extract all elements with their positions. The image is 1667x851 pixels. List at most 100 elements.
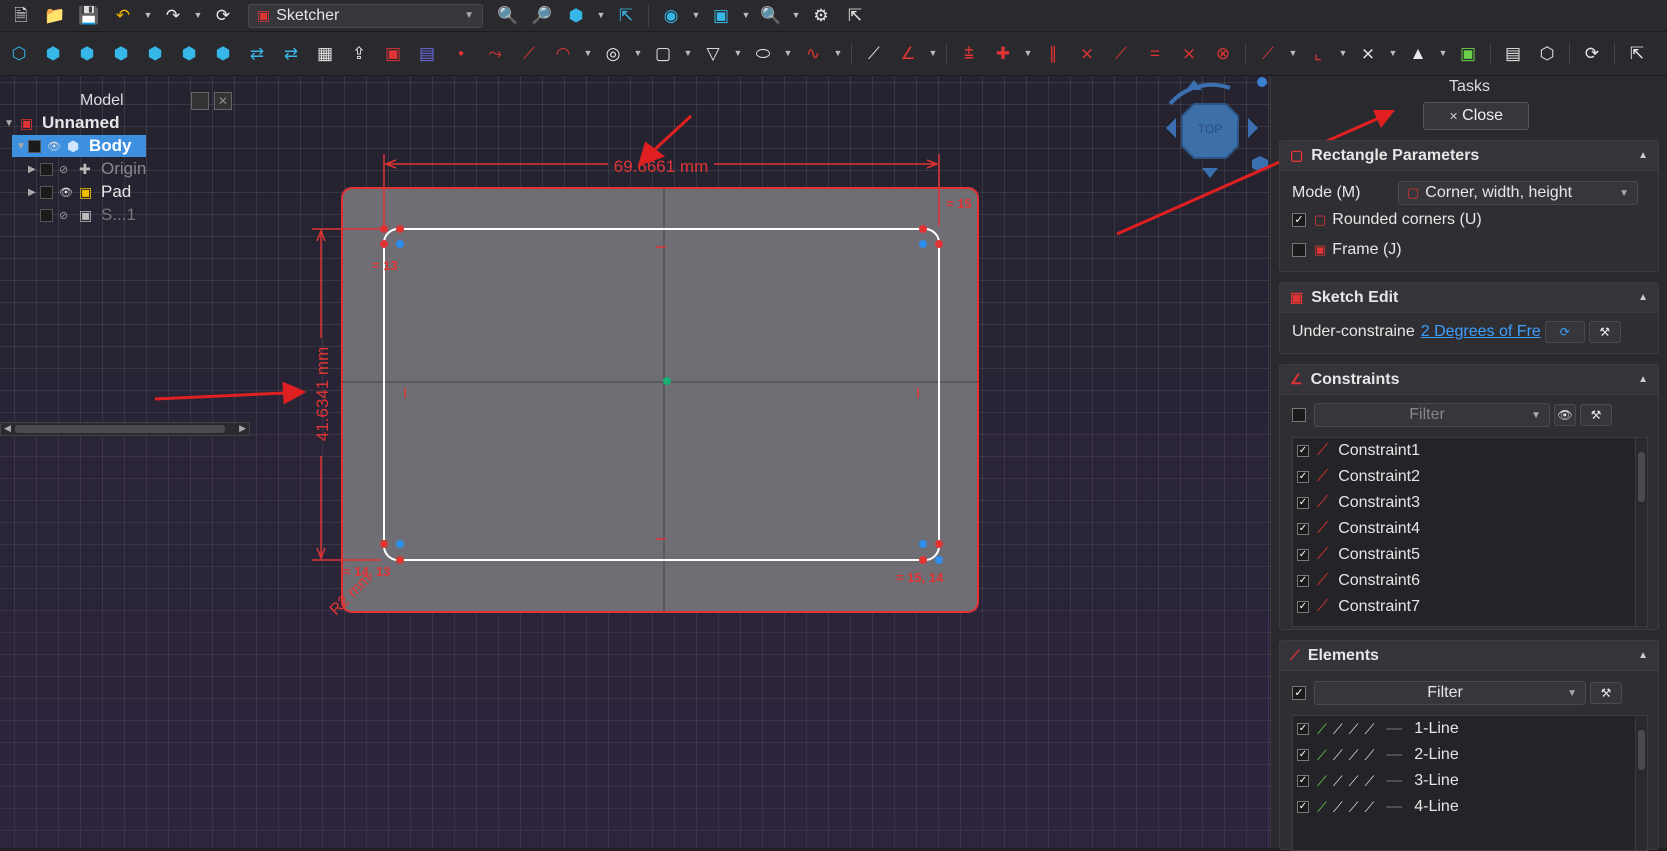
- line-icon[interactable]: ⟋: [1317, 773, 1327, 790]
- constraint-checkbox[interactable]: ✓: [1297, 497, 1309, 509]
- settings-icon[interactable]: ⚒: [1588, 321, 1621, 343]
- rectangle-dropdown-icon[interactable]: ▼: [682, 41, 694, 67]
- redo-icon[interactable]: ↷: [160, 3, 186, 29]
- bspline-icon[interactable]: ∿: [800, 41, 826, 67]
- fit-selection-icon[interactable]: 🔎: [529, 3, 555, 29]
- tangent-icon[interactable]: ⟋: [1108, 41, 1134, 67]
- settings-icon[interactable]: ⚒: [1580, 404, 1612, 426]
- model-tree-scrollbar[interactable]: ◀ ▶: [0, 422, 250, 436]
- constraints-filter-select[interactable]: Filter ▼: [1314, 403, 1550, 427]
- constraints-header[interactable]: ∠ Constraints ▲: [1280, 365, 1658, 395]
- construction-geometry-icon[interactable]: ⟋: [861, 41, 887, 67]
- scrollbar-thumb[interactable]: [1638, 730, 1645, 770]
- float-panel-button[interactable]: [191, 92, 209, 110]
- snell-icon[interactable]: ⬡: [1534, 41, 1560, 67]
- width-dimension-label[interactable]: 69.6661 mm: [614, 157, 709, 176]
- front-view-icon[interactable]: ⬢: [40, 41, 66, 67]
- line-icon[interactable]: ⟋: [1364, 747, 1374, 764]
- part-icon[interactable]: ⇄: [278, 41, 304, 67]
- constraints-scrollbar[interactable]: [1635, 438, 1647, 626]
- constraint-checkbox[interactable]: ✓: [1297, 523, 1309, 535]
- scrollbar-thumb[interactable]: [15, 425, 225, 433]
- bottom-view-icon[interactable]: ⬢: [176, 41, 202, 67]
- symmetric-icon[interactable]: ⨯: [1176, 41, 1202, 67]
- scroll-right-icon[interactable]: ▶: [239, 423, 246, 434]
- constraint-row[interactable]: ✓ ⟋ Constraint6: [1293, 568, 1647, 594]
- eye-icon[interactable]: 👁: [47, 140, 63, 153]
- point-icon[interactable]: ●: [448, 41, 474, 67]
- element-checkbox[interactable]: ✓: [1297, 775, 1309, 787]
- tree-item-sketch[interactable]: ⊘ ▣ S...1: [24, 204, 136, 226]
- element-checkbox[interactable]: ✓: [1297, 801, 1309, 813]
- point-on-object-icon[interactable]: ✚: [990, 41, 1016, 67]
- undo-dropdown-icon[interactable]: ▼: [142, 3, 154, 29]
- elements-filter-select[interactable]: Filter ▼: [1314, 681, 1586, 705]
- slot-dropdown-icon[interactable]: ▼: [782, 41, 794, 67]
- constraint-row[interactable]: ✓ ⟋ Constraint1: [1293, 438, 1647, 464]
- whats-this-icon[interactable]: ⇱: [842, 3, 868, 29]
- pad-face[interactable]: [341, 187, 979, 613]
- tree-item-origin[interactable]: ▶ ⊘ ✚ Origin: [24, 158, 146, 180]
- distance-icon[interactable]: ▲: [1405, 41, 1431, 67]
- fillet-icon[interactable]: ∠: [895, 41, 921, 67]
- view-section-icon[interactable]: ▤: [414, 41, 440, 67]
- polygon-dropdown-icon[interactable]: ▼: [732, 41, 744, 67]
- rectangle-parameters-header[interactable]: ▢ Rectangle Parameters ▲: [1280, 141, 1658, 171]
- elements-header[interactable]: ⟋ Elements ▲: [1280, 641, 1658, 671]
- link-icon[interactable]: ⇄: [244, 41, 270, 67]
- radius-icon[interactable]: ▣: [1455, 41, 1481, 67]
- constraint-checkbox[interactable]: ✓: [1297, 471, 1309, 483]
- line-icon[interactable]: ⟋: [1317, 721, 1327, 738]
- calculator-icon[interactable]: ▦: [312, 41, 338, 67]
- line-icon[interactable]: ⟋: [1333, 773, 1343, 790]
- draw-style-dropdown-icon[interactable]: ▼: [690, 3, 702, 29]
- lock-dropdown-icon[interactable]: ▼: [1337, 41, 1349, 67]
- line-icon[interactable]: ⟋: [1317, 747, 1327, 764]
- left-view-icon[interactable]: ⬢: [210, 41, 236, 67]
- line-icon[interactable]: ⟋: [1333, 747, 1343, 764]
- element-row[interactable]: ✓ ⟋ ⟋ ⟋ ⟋ — 2-Line: [1293, 742, 1647, 768]
- eye-icon[interactable]: 👁: [59, 186, 75, 199]
- block-icon[interactable]: ⊗: [1210, 41, 1236, 67]
- circle-dropdown-icon[interactable]: ▼: [632, 41, 644, 67]
- line-icon[interactable]: ⟋: [1317, 799, 1327, 816]
- expand-arrow-icon[interactable]: ▶: [28, 164, 40, 175]
- measure-icon[interactable]: ⇱: [613, 3, 639, 29]
- visibility-checkbox[interactable]: [40, 208, 53, 222]
- line-icon[interactable]: ⟋: [1364, 721, 1374, 738]
- collapse-icon[interactable]: ▲: [1638, 292, 1648, 303]
- redo-dropdown-icon[interactable]: ▼: [192, 3, 204, 29]
- collapse-icon[interactable]: ▲: [1638, 374, 1648, 385]
- arc-dropdown-icon[interactable]: ▼: [582, 41, 594, 67]
- point-on-object-dropdown-icon[interactable]: ▼: [1022, 41, 1034, 67]
- constraint-row[interactable]: ✓ ⟋ Constraint5: [1293, 542, 1647, 568]
- constraint-row[interactable]: ✓ ⟋ Constraint2: [1293, 464, 1647, 490]
- edit-icon[interactable]: ⚙: [808, 3, 834, 29]
- constraint-checkbox[interactable]: ✓: [1297, 575, 1309, 587]
- collapse-arrow-icon[interactable]: ▼: [4, 118, 16, 129]
- new-file-icon[interactable]: 🗎: [8, 3, 34, 29]
- tree-item-body[interactable]: ▼ 👁 ⬢ Body: [12, 135, 146, 157]
- line-icon[interactable]: ⟋: [1349, 721, 1359, 738]
- degrees-of-freedom-link[interactable]: 2 Degrees of Fre: [1421, 323, 1541, 341]
- tree-item-pad[interactable]: ▶ 👁 ▣ Pad: [24, 181, 131, 203]
- equal-icon[interactable]: =: [1142, 41, 1168, 67]
- constraints-filter-checkbox[interactable]: [1292, 408, 1306, 422]
- dimension-icon[interactable]: ⟋: [1255, 41, 1281, 67]
- visibility-checkbox[interactable]: [40, 162, 53, 176]
- frame-row[interactable]: ▣ Frame (J): [1292, 241, 1402, 259]
- line-icon[interactable]: ⟋: [1349, 799, 1359, 816]
- line-icon[interactable]: ⟋: [1333, 799, 1343, 816]
- perpendicular-icon[interactable]: ⨯: [1074, 41, 1100, 67]
- slot-icon[interactable]: ⬭: [750, 41, 776, 67]
- frame-checkbox[interactable]: [1292, 243, 1306, 257]
- toggle-driving-icon[interactable]: ⟳: [1579, 41, 1605, 67]
- save-icon[interactable]: 💾: [76, 3, 102, 29]
- constraint-checkbox[interactable]: ✓: [1297, 601, 1309, 613]
- angle-icon[interactable]: ▤: [1500, 41, 1526, 67]
- lock-icon[interactable]: ⌞: [1305, 41, 1331, 67]
- horizontal-distance-icon[interactable]: ⨯: [1355, 41, 1381, 67]
- elements-scrollbar[interactable]: [1635, 716, 1647, 850]
- draw-style-icon[interactable]: ◉: [658, 3, 684, 29]
- sketch-edit-header[interactable]: ▣ Sketch Edit ▲: [1280, 283, 1658, 313]
